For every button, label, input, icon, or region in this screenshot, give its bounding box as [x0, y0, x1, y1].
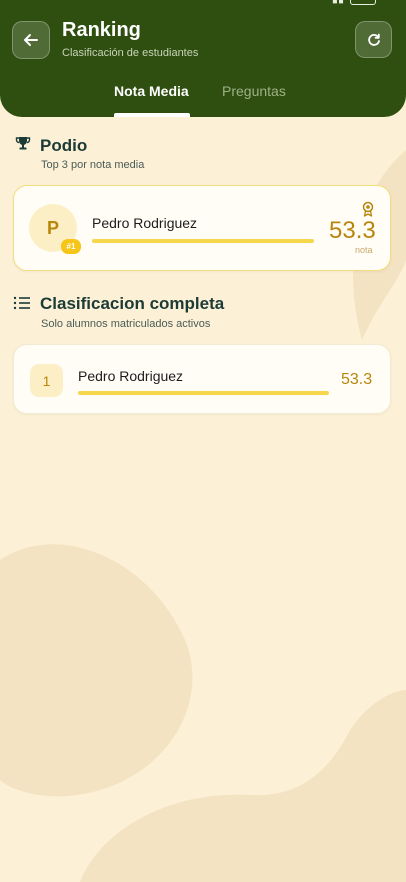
list-icon	[13, 296, 30, 310]
rank-badge: #1	[61, 239, 81, 254]
app-header: ▮▮ Ranking Clasificación de estudiantes …	[0, 0, 406, 117]
arrow-left-icon	[24, 34, 38, 46]
battery-icon	[350, 0, 376, 5]
back-button[interactable]	[12, 21, 50, 59]
ranking-section-title: Clasificacion completa	[40, 294, 225, 313]
student-name: Pedro Rodriguez	[92, 215, 198, 231]
score-value: 53.3	[341, 371, 373, 388]
podium-section-subtitle: Top 3 por nota media	[41, 159, 145, 171]
student-name: Pedro Rodriguez	[78, 368, 184, 384]
page-title: Ranking	[62, 19, 141, 41]
list-item[interactable]: 1 Pedro Rodriguez 53.3	[13, 344, 391, 414]
score-bar-track	[92, 239, 314, 243]
medal-icon	[362, 201, 374, 217]
page-subtitle: Clasificación de estudiantes	[62, 47, 199, 59]
background-decoration	[0, 150, 406, 882]
podium-section-title: Podio	[40, 136, 88, 155]
score-bar-fill	[92, 239, 314, 243]
tab-nota-media[interactable]: Nota Media	[114, 83, 189, 99]
score-bar-fill	[78, 391, 329, 395]
signal-icon: ▮▮	[332, 0, 344, 5]
refresh-button[interactable]	[355, 21, 392, 58]
tab-indicator	[114, 113, 190, 117]
score-value: 53.3	[329, 217, 376, 244]
refresh-icon	[367, 33, 380, 46]
score-unit: nota	[355, 245, 373, 255]
rank-position: 1	[30, 364, 63, 397]
status-bar: ▮▮	[0, 0, 406, 5]
trophy-icon	[15, 137, 31, 150]
tab-preguntas[interactable]: Preguntas	[222, 83, 286, 99]
score-bar-track	[78, 391, 329, 395]
ranking-section-subtitle: Solo alumnos matriculados activos	[41, 318, 211, 330]
podium-card[interactable]: P #1 Pedro Rodriguez 53.3 nota	[13, 185, 391, 271]
